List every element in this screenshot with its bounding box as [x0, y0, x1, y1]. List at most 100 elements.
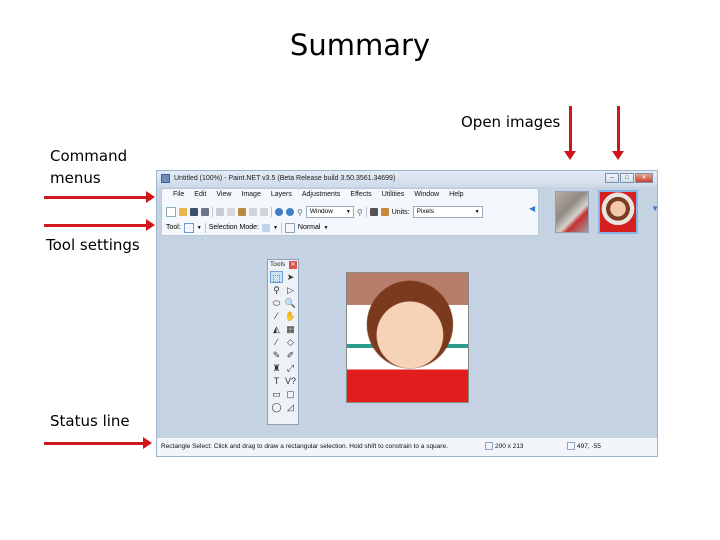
slide-title: Summary [289, 28, 431, 62]
paste-icon[interactable] [238, 208, 246, 216]
cursor-position: 497, -55 [567, 438, 601, 456]
undo-icon[interactable] [275, 208, 283, 216]
tool-rectangle-select[interactable]: ⬚ [270, 271, 283, 283]
scroll-left-icon[interactable]: ◀ [529, 204, 535, 213]
new-icon[interactable] [166, 207, 176, 217]
menu-bar: File Edit View Image Layers Adjustments … [168, 191, 469, 198]
open-image-thumbnail-1[interactable] [555, 191, 589, 233]
tool-pan[interactable]: ✋ [284, 310, 297, 322]
selection-mode-label: Selection Mode: [208, 224, 259, 231]
tool-clone-stamp[interactable]: ♜ [270, 362, 283, 374]
callout-tool-settings: Tool settings [46, 236, 140, 254]
cut-icon[interactable] [216, 208, 224, 216]
menu-adjustments[interactable]: Adjustments [297, 191, 346, 198]
tool-paintbrush[interactable]: ∕ [270, 336, 283, 348]
chevron-down-icon[interactable]: ▼ [323, 225, 328, 231]
deselect-icon[interactable] [260, 208, 268, 216]
tool-gradient[interactable]: ▦ [284, 323, 297, 335]
arrow-open-image-2 [612, 106, 624, 160]
redo-icon[interactable] [286, 208, 294, 216]
menu-help[interactable]: Help [444, 191, 468, 198]
tool-picker[interactable] [183, 222, 194, 233]
minimize-button[interactable]: – [605, 173, 619, 183]
arrow-command-menus [44, 191, 155, 203]
selection-size-value: 200 x 213 [495, 443, 524, 450]
close-button[interactable]: ✕ [635, 173, 653, 183]
open-image-thumbnail-2[interactable] [598, 190, 638, 234]
maximize-button[interactable]: □ [620, 173, 634, 183]
tool-line-curve[interactable]: V? [284, 375, 297, 387]
tool-settings-bar: Tool: ▼ Selection Mode: ▼ Normal ▼ [166, 221, 328, 234]
arrow-tool-settings [44, 219, 155, 231]
main-toolbar: ⚲ Window ▼ ⚲ Units: Pixels ▼ [166, 205, 483, 219]
toolbar-separator [271, 207, 272, 217]
arrow-status-line [44, 437, 152, 449]
current-image[interactable] [346, 272, 469, 403]
toolbar-separator [365, 207, 367, 217]
tool-eraser[interactable]: ◇ [284, 336, 297, 348]
tool-paint-bucket[interactable]: ◭ [270, 323, 283, 335]
copy-icon[interactable] [227, 208, 235, 216]
print-icon[interactable] [201, 208, 209, 216]
selection-size-icon [485, 442, 493, 451]
menu-window[interactable]: Window [409, 191, 444, 198]
tool-rectangle[interactable]: ▭ [270, 388, 283, 400]
units-select[interactable]: Pixels ▼ [412, 206, 483, 218]
paint-net-window: Untitled (100%) - Paint.NET v3.5 (Beta R… [156, 170, 659, 457]
zoom-out-icon[interactable]: ⚲ [297, 208, 303, 217]
tool-recolor[interactable]: ⤢ [284, 362, 297, 374]
menu-file[interactable]: File [168, 191, 189, 198]
crop-icon[interactable] [249, 208, 257, 216]
selection-size: 200 x 213 [485, 438, 524, 456]
menu-layers[interactable]: Layers [266, 191, 297, 198]
status-bar: Rectangle Select: Click and drag to draw… [157, 437, 657, 456]
cursor-position-icon [567, 442, 575, 451]
tool-rounded-rectangle[interactable]: ▢ [284, 388, 297, 400]
zoom-value: Window [309, 208, 333, 215]
menu-utilities[interactable]: Utilities [377, 191, 410, 198]
chevron-down-icon[interactable]: ▼ [651, 204, 659, 213]
tool-color-picker[interactable]: ✐ [284, 349, 297, 361]
tool-zoom[interactable]: 🔍 [284, 297, 297, 309]
chevron-down-icon[interactable]: ▼ [273, 225, 278, 231]
menu-view[interactable]: View [211, 191, 236, 198]
grid-icon[interactable] [369, 208, 378, 216]
command-area: File Edit View Image Layers Adjustments … [161, 188, 539, 236]
tool-freeform-shape[interactable]: ◿ [284, 401, 297, 413]
tools-panel-title: Tools [270, 261, 286, 268]
units-label: Units: [391, 208, 410, 216]
tools-panel: Tools ✕ ⬚ ➤ ⚲ ▷ ⬭ 🔍 ⁄ ✋ ◭ ▦ ∕ ◇ ✎ ✐ ♜ ⤢ T V? ▭ ▢ ◯ ◿ [267, 259, 299, 425]
chevron-down-icon[interactable]: ▼ [197, 225, 202, 231]
tool-magic-wand[interactable]: ⁄ [270, 310, 283, 322]
cursor-position-value: 497, -55 [577, 443, 601, 450]
ruler-icon[interactable] [380, 208, 389, 216]
toolbar-separator [212, 207, 213, 217]
open-images-strip: ◀ ▼ [529, 188, 659, 236]
tool-move-selected-pixels[interactable]: ➤ [284, 271, 297, 283]
tool-ellipse[interactable]: ◯ [270, 401, 283, 413]
save-icon[interactable] [190, 208, 198, 216]
toolbar-separator [280, 222, 282, 233]
tool-pencil[interactable]: ✎ [270, 349, 283, 361]
blend-mode-select[interactable]: Normal [298, 224, 321, 231]
tool-text[interactable]: T [270, 375, 283, 387]
close-icon[interactable]: ✕ [289, 261, 297, 269]
zoom-select[interactable]: Window ▼ [305, 206, 354, 218]
selection-mode-picker[interactable] [261, 223, 270, 232]
zoom-in-icon[interactable]: ⚲ [357, 208, 363, 217]
blend-mode-icon [284, 222, 295, 233]
menu-effects[interactable]: Effects [345, 191, 376, 198]
units-value: Pixels [416, 208, 434, 215]
toolbar-separator [204, 222, 206, 233]
tool-ellipse-select[interactable]: ⬭ [270, 297, 283, 309]
menu-image[interactable]: Image [236, 191, 265, 198]
chevron-down-icon: ▼ [345, 209, 351, 215]
status-message: Rectangle Select: Click and drag to draw… [161, 443, 448, 450]
open-icon[interactable] [179, 208, 187, 216]
tools-panel-header: Tools ✕ [268, 260, 298, 270]
canvas-area[interactable]: Tools ✕ ⬚ ➤ ⚲ ▷ ⬭ 🔍 ⁄ ✋ ◭ ▦ ∕ ◇ ✎ ✐ ♜ ⤢ T V? ▭ ▢ ◯ ◿ [157, 237, 657, 437]
tool-move-selection[interactable]: ▷ [284, 284, 297, 296]
menu-edit[interactable]: Edit [189, 191, 211, 198]
callout-open-images: Open images [461, 113, 561, 131]
tool-lasso-select[interactable]: ⚲ [270, 284, 283, 296]
